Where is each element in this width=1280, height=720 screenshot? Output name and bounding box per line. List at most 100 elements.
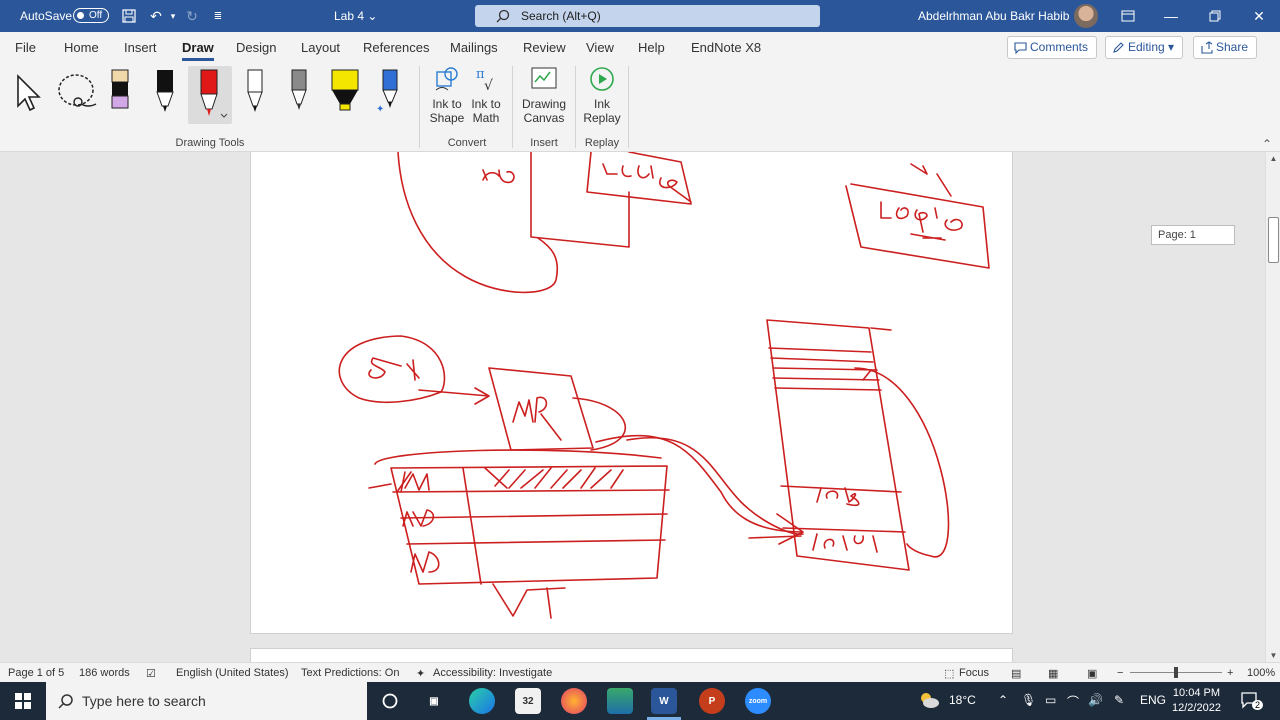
customize-toolbar-icon[interactable]: ≣ [208, 6, 228, 26]
pen-black-tool[interactable] [148, 66, 184, 114]
lasso-select-tool[interactable] [56, 66, 97, 114]
ink-to-shape-button[interactable]: Ink to Shape [428, 64, 466, 125]
autosave-toggle[interactable]: Off [73, 8, 109, 23]
document-area[interactable]: Page: 1 [0, 152, 1265, 662]
vertical-scrollbar[interactable]: ▲ ▼ [1265, 152, 1280, 662]
undo-dropdown-icon[interactable]: ▾ [163, 6, 183, 26]
ink-drawing[interactable] [251, 152, 1014, 634]
language-status[interactable]: English (United States) [176, 667, 289, 679]
clock[interactable]: 10:04 PM 12/2/2022 [1172, 686, 1221, 716]
read-mode-icon[interactable]: ▤ [1011, 667, 1021, 680]
accessibility-status[interactable]: Accessibility: Investigate [433, 667, 552, 679]
zoom-app-icon[interactable]: zoom [745, 688, 771, 714]
status-bar: Page 1 of 5 186 words ☑ English (United … [0, 662, 1280, 682]
weather-icon[interactable] [918, 690, 940, 713]
document-page-next[interactable] [250, 648, 1013, 662]
cortana-icon[interactable] [377, 688, 403, 714]
zoom-slider-thumb[interactable] [1174, 667, 1178, 678]
focus-button[interactable]: Focus [959, 667, 989, 679]
restore-icon[interactable] [1192, 0, 1238, 32]
scroll-thumb[interactable] [1268, 217, 1279, 263]
tab-layout[interactable]: Layout [301, 40, 340, 55]
highlighter-icon [331, 69, 359, 111]
zoom-level[interactable]: 100% [1247, 667, 1275, 679]
tab-references[interactable]: References [363, 40, 429, 55]
ink-stroke [768, 327, 892, 391]
tab-endnote[interactable]: EndNote X8 [691, 40, 761, 55]
volume-icon[interactable]: 🔊 [1088, 693, 1103, 707]
user-name[interactable]: Abdelrhman Abu Bakr Habib [918, 9, 1069, 23]
pen-red-tool[interactable] [188, 66, 232, 124]
pen-icon[interactable]: ✎ [1114, 693, 1124, 707]
collapse-ribbon-icon[interactable]: ⌃ [1262, 137, 1272, 151]
powerpoint-app-icon[interactable]: P [699, 688, 725, 714]
action-pen-tool[interactable]: ✦ [372, 66, 408, 115]
eraser-icon [111, 69, 129, 109]
tab-draw[interactable]: Draw [182, 40, 214, 61]
tab-insert[interactable]: Insert [124, 40, 157, 55]
pencil-icon [1113, 42, 1124, 53]
close-icon[interactable]: ✕ [1236, 0, 1280, 32]
avatar[interactable] [1074, 4, 1098, 28]
tab-review[interactable]: Review [523, 40, 566, 55]
tab-mailings[interactable]: Mailings [450, 40, 498, 55]
ink-stroke [780, 485, 906, 533]
ribbon-display-icon[interactable] [1105, 0, 1151, 32]
document-title[interactable]: Lab 4 ⌄ [334, 9, 377, 23]
word-app-icon[interactable]: W [647, 688, 681, 720]
save-icon[interactable] [119, 6, 139, 26]
ink-replay-icon [590, 67, 614, 91]
edge-icon[interactable] [469, 688, 495, 714]
microphone-icon[interactable]: 🎙 [1021, 693, 1036, 707]
ink-stroke [374, 449, 662, 465]
ink-stroke [816, 487, 860, 507]
input-language[interactable]: ENG [1140, 693, 1166, 707]
proofing-icon[interactable]: ☑ [146, 667, 156, 680]
ink-replay-button[interactable]: Ink Replay [581, 64, 623, 125]
zoom-out-icon[interactable]: − [1117, 667, 1123, 679]
task-view-icon[interactable]: ▣ [421, 688, 447, 714]
taskbar-search[interactable]: Type here to search [46, 682, 367, 720]
scroll-up-icon[interactable]: ▲ [1268, 154, 1279, 163]
wifi-icon[interactable]: ⌒ [1067, 693, 1079, 710]
scroll-down-icon[interactable]: ▼ [1268, 651, 1279, 660]
select-tool[interactable] [12, 66, 48, 114]
web-layout-icon[interactable]: ▣ [1087, 667, 1097, 680]
tab-file[interactable]: File [15, 40, 36, 55]
start-windows-icon[interactable] [10, 688, 36, 714]
search-icon [58, 694, 73, 709]
show-hidden-icons[interactable]: ⌃ [998, 693, 1008, 707]
editing-mode-button[interactable]: Editing ▾ [1105, 36, 1184, 59]
search-placeholder: Search (Alt+Q) [521, 9, 601, 23]
battery-icon[interactable]: ▭ [1045, 693, 1056, 707]
zoom-in-icon[interactable]: + [1227, 667, 1233, 679]
calendar-app-icon[interactable]: 32 [515, 688, 541, 714]
highlighter-yellow-tool[interactable] [326, 66, 362, 114]
ink-stroke [400, 471, 430, 493]
word-count[interactable]: 186 words [79, 667, 130, 679]
drawing-canvas-button[interactable]: Drawing Canvas [519, 64, 569, 125]
page-count[interactable]: Page 1 of 5 [8, 667, 64, 679]
redo-icon[interactable]: ↻ [182, 6, 202, 26]
temperature[interactable]: 18°C [949, 693, 976, 707]
text-predictions-status[interactable]: Text Predictions: On [301, 667, 399, 679]
tab-design[interactable]: Design [236, 40, 276, 55]
photos-app-icon[interactable] [607, 688, 633, 714]
tab-home[interactable]: Home [64, 40, 99, 55]
ink-stroke [910, 163, 952, 197]
minimize-icon[interactable]: — [1148, 0, 1194, 32]
share-button[interactable]: Share [1193, 36, 1258, 59]
pencil-gray-tool[interactable] [282, 66, 318, 114]
tab-help[interactable]: Help [638, 40, 665, 55]
firefox-icon[interactable] [561, 688, 587, 714]
pencil-black-tool[interactable] [238, 66, 274, 114]
ink-stroke [392, 467, 670, 585]
eraser-tool[interactable] [104, 66, 140, 114]
print-layout-icon[interactable]: ▦ [1048, 667, 1058, 680]
search-box[interactable]: Search (Alt+Q) [475, 5, 820, 27]
document-page[interactable] [250, 152, 1013, 634]
ink-to-math-button[interactable]: π √ Ink to Math [468, 64, 504, 125]
comments-button[interactable]: Comments [1007, 36, 1098, 59]
svg-text:√: √ [484, 78, 493, 94]
tab-view[interactable]: View [586, 40, 614, 55]
